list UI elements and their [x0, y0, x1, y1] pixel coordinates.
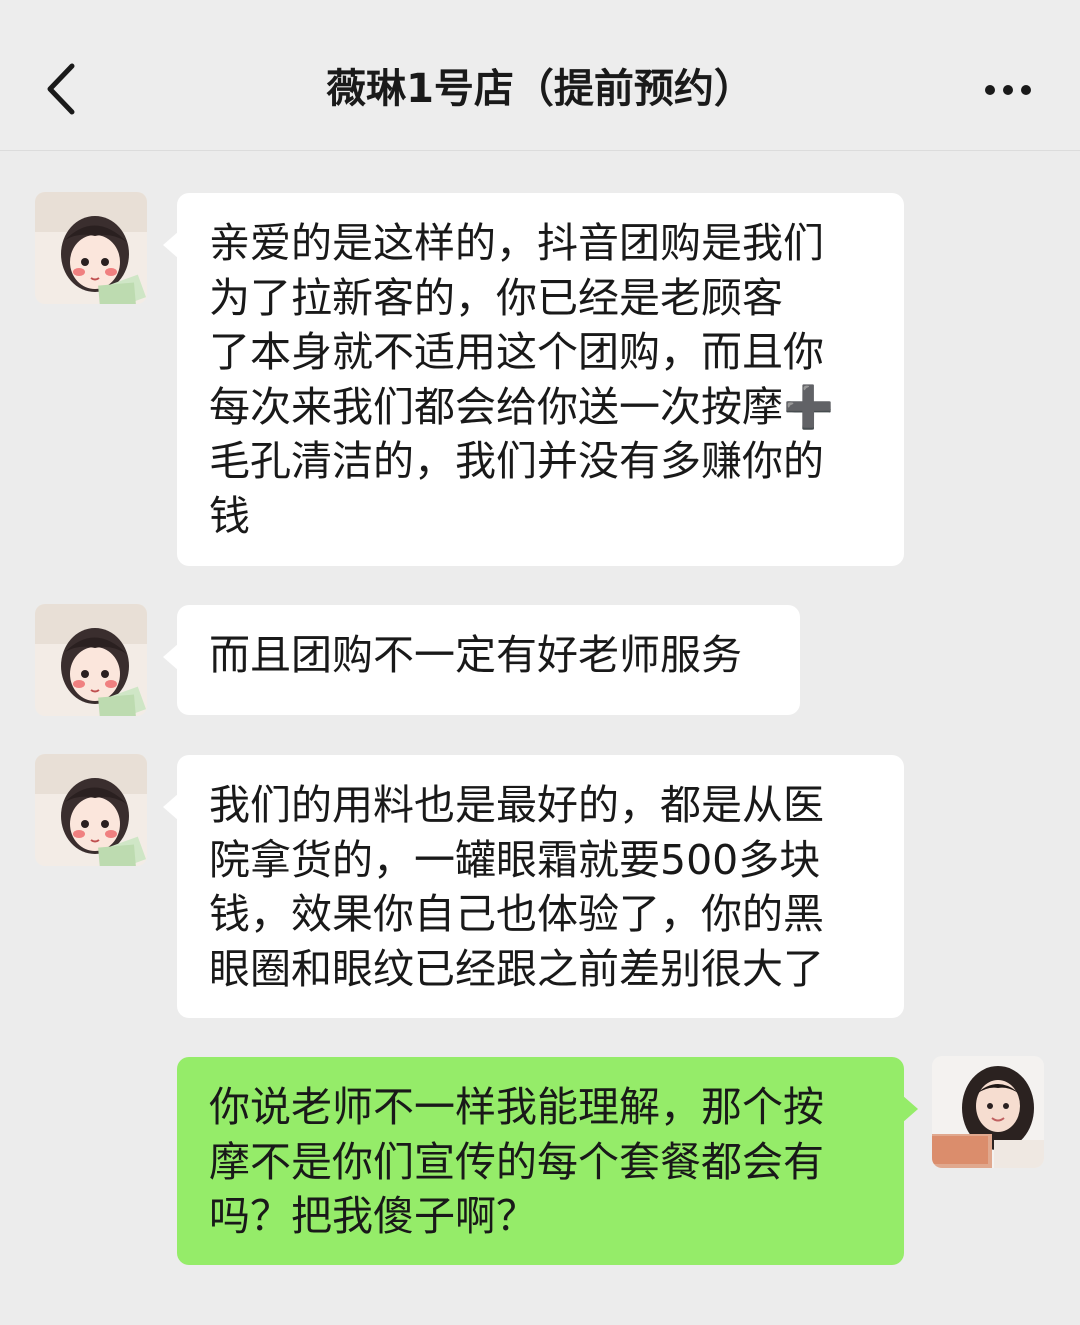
message-bubble[interactable]: 而且团购不一定有好老师服务 [163, 605, 800, 715]
message-line: 吗？把我傻子啊？ [209, 1192, 537, 1240]
message-line: 亲爱的是这样的，抖音团购是我们 [209, 219, 824, 267]
more-dots-icon [985, 85, 1031, 95]
message-line: 了本身就不适用这个团购，而且你 [209, 328, 824, 376]
more-button[interactable] [980, 70, 1040, 110]
contact-avatar[interactable] [35, 604, 147, 716]
message-line: 而且团购不一定有好老师服务 [209, 631, 742, 679]
message-line: 摩不是你们宣传的每个套餐都会有 [209, 1137, 824, 1186]
chat-title: 薇琳1号店（提前预约） [326, 66, 754, 112]
chat-header: 薇琳1号店（提前预约） [0, 0, 1080, 151]
message-line: 每次来我们都会给你送一次按摩➕ [209, 382, 835, 431]
back-button[interactable] [40, 58, 90, 120]
message-line: 院拿货的，一罐眼霜就要500多块 [209, 835, 821, 884]
message-line: 毛孔清洁的，我们并没有多赚你的 [209, 437, 824, 485]
message-bubble[interactable]: 我们的用料也是最好的，都是从医 院拿货的，一罐眼霜就要500多块 钱，效果你自己… [163, 755, 904, 1018]
message-line: 钱，效果你自己也体验了，你的黑 [209, 890, 824, 938]
message-bubble[interactable]: 亲爱的是这样的，抖音团购是我们 为了拉新客的，你已经是老顾客 了本身就不适用这个… [163, 193, 904, 566]
contact-avatar[interactable] [35, 192, 147, 304]
chevron-left-icon [47, 63, 75, 115]
message-line: 为了拉新客的，你已经是老顾客 [209, 273, 783, 322]
message-line: 眼圈和眼纹已经跟之前差别很大了 [209, 944, 824, 993]
message-line: 钱 [209, 491, 250, 540]
message-line: 你说老师不一样我能理解，那个按 [209, 1083, 824, 1131]
message-bubble[interactable]: 你说老师不一样我能理解，那个按 摩不是你们宣传的每个套餐都会有 吗？把我傻子啊？ [177, 1057, 918, 1265]
message-line: 我们的用料也是最好的，都是从医 [209, 781, 824, 829]
user-avatar[interactable] [932, 1056, 1044, 1168]
contact-avatar[interactable] [35, 754, 147, 866]
